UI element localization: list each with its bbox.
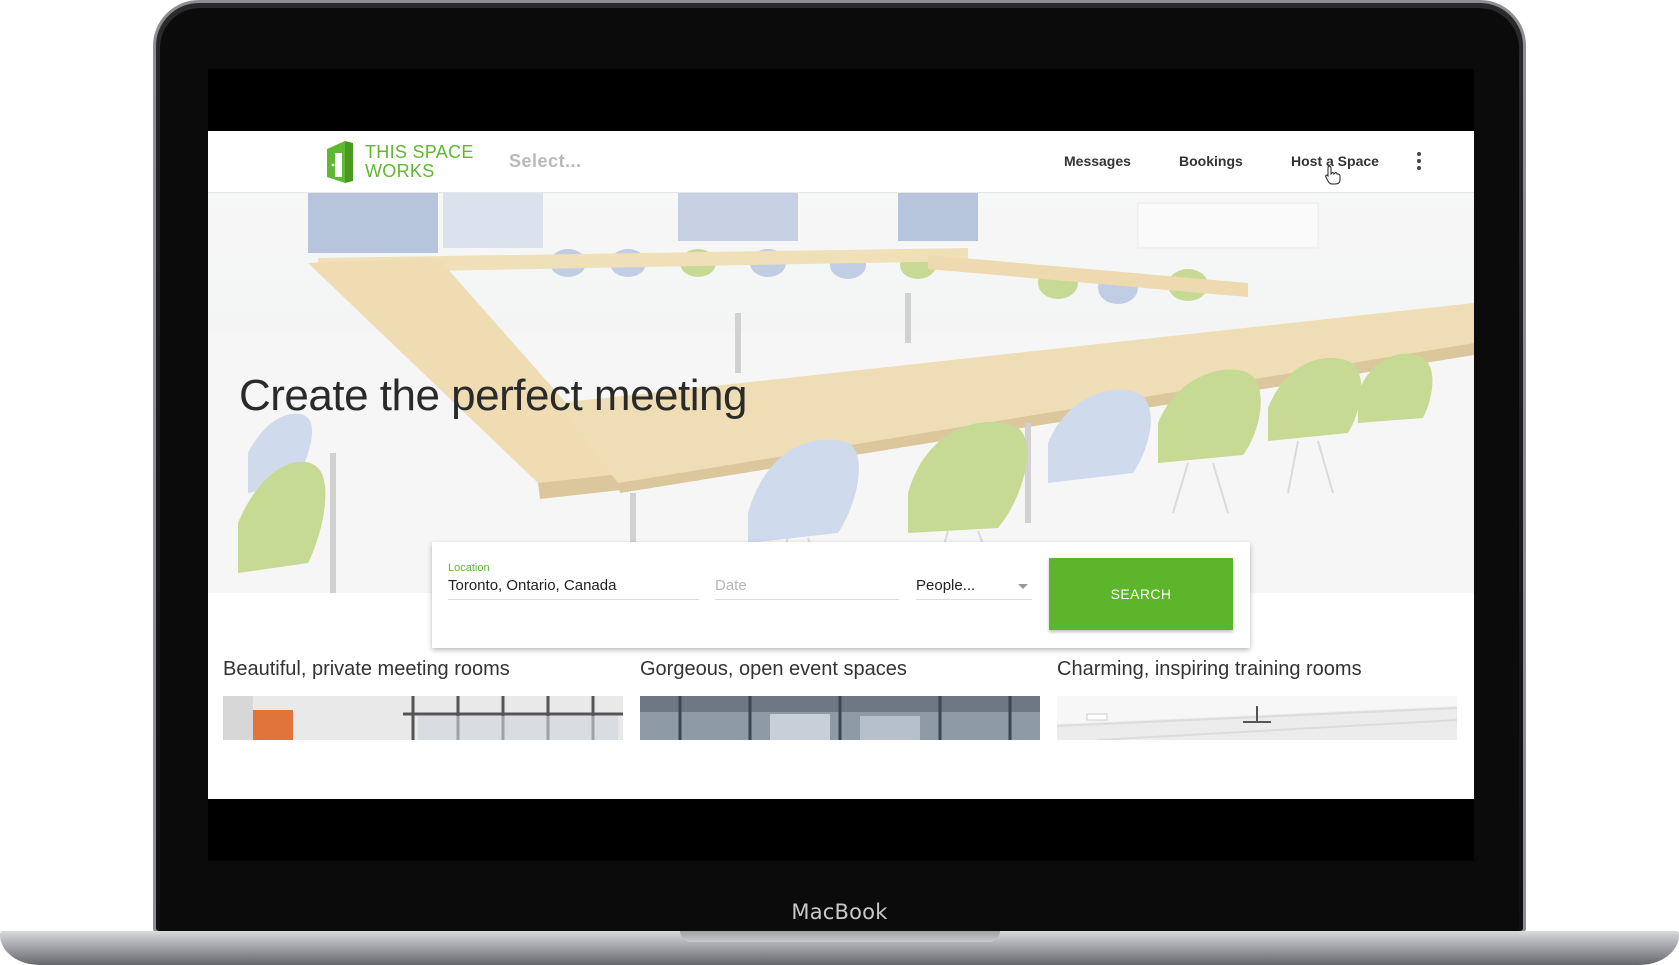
search-panel: Location Toronto, Ontario, Canada Date P… bbox=[432, 542, 1250, 648]
category-training-rooms[interactable]: Charming, inspiring training rooms bbox=[1057, 658, 1457, 740]
category-image bbox=[1057, 696, 1457, 740]
logo-line-2: WORKS bbox=[365, 161, 435, 181]
people-select[interactable]: People... bbox=[916, 562, 1032, 600]
location-input[interactable]: Toronto, Ontario, Canada bbox=[448, 577, 616, 594]
hero-title: Create the perfect meeting bbox=[239, 371, 747, 420]
date-input[interactable]: Date bbox=[715, 577, 747, 594]
hero-banner: Create the perfect meeting bbox=[208, 193, 1474, 593]
laptop-base-notch bbox=[680, 931, 1000, 942]
logo-line-1: THIS SPACE bbox=[365, 142, 474, 162]
search-button[interactable]: SEARCH bbox=[1049, 558, 1233, 630]
nav-bookings[interactable]: Bookings bbox=[1179, 153, 1243, 169]
category-title: Beautiful, private meeting rooms bbox=[223, 658, 510, 680]
category-image bbox=[223, 696, 623, 740]
logo[interactable]: THIS SPACE WORKS bbox=[325, 139, 474, 185]
laptop-screen: THIS SPACE WORKS Select... Messages Book… bbox=[208, 69, 1474, 861]
site-header: THIS SPACE WORKS Select... Messages Book… bbox=[208, 131, 1474, 193]
kebab-menu-icon[interactable] bbox=[1416, 152, 1422, 172]
caret-down-icon bbox=[1018, 584, 1028, 589]
category-event-spaces[interactable]: Gorgeous, open event spaces bbox=[640, 658, 1040, 740]
category-title: Gorgeous, open event spaces bbox=[640, 658, 907, 680]
category-title: Charming, inspiring training rooms bbox=[1057, 658, 1362, 680]
logo-text: THIS SPACE WORKS bbox=[365, 143, 474, 181]
category-image bbox=[640, 696, 1040, 740]
hand-cursor-icon bbox=[1325, 165, 1341, 185]
location-field[interactable]: Location Toronto, Ontario, Canada bbox=[448, 562, 699, 600]
door-logo-icon bbox=[327, 141, 353, 183]
category-meeting-rooms[interactable]: Beautiful, private meeting rooms bbox=[223, 658, 623, 740]
device-brand-label: MacBook bbox=[791, 900, 888, 924]
people-value: People... bbox=[916, 577, 976, 594]
nav-messages[interactable]: Messages bbox=[1064, 153, 1131, 169]
browser-viewport: THIS SPACE WORKS Select... Messages Book… bbox=[208, 131, 1474, 799]
location-label: Location bbox=[448, 562, 490, 574]
date-field[interactable]: Date bbox=[715, 562, 899, 600]
space-type-select[interactable]: Select... bbox=[509, 151, 582, 172]
